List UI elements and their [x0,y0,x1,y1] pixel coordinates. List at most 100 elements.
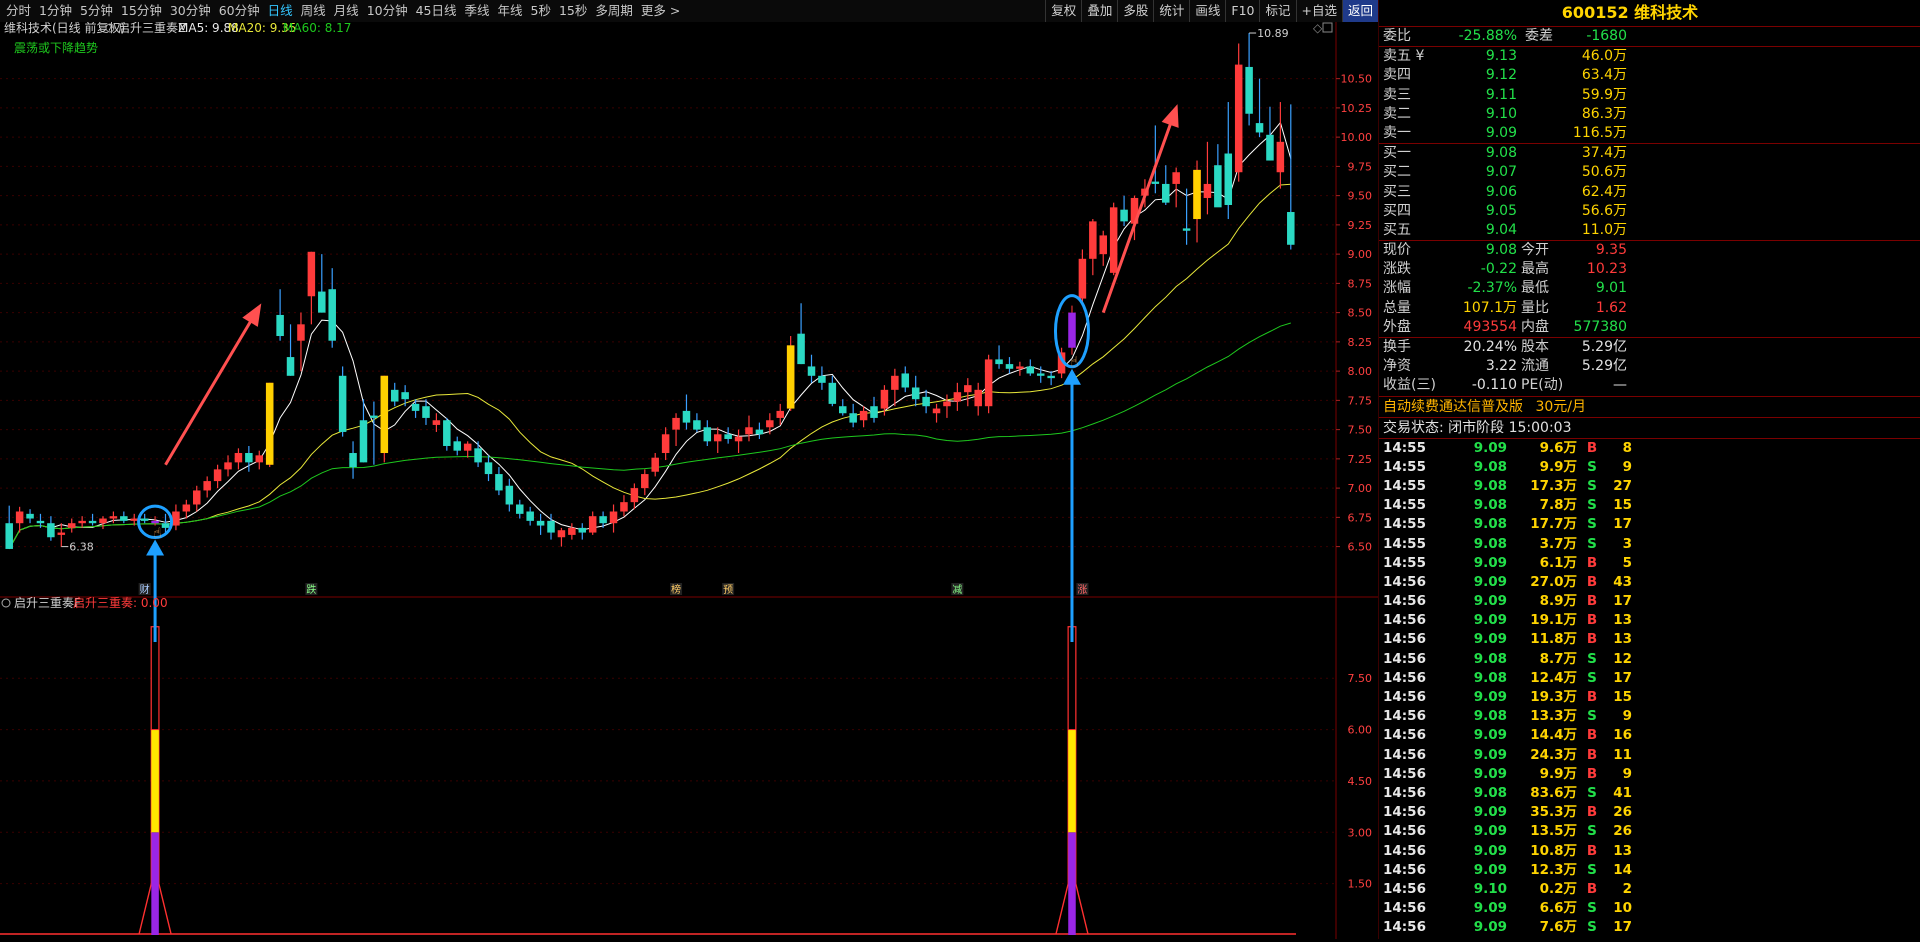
period-tab-0[interactable]: 分时 [2,0,35,22]
price-label-3: 9.75 [1348,160,1373,173]
toolbar-button-5[interactable]: F10 [1225,0,1259,22]
candle-body [109,516,118,519]
candle-body [1203,183,1212,198]
toolbar-button-2[interactable]: 多股 [1117,0,1153,22]
candle-body [1109,207,1118,273]
toolbar-button-0[interactable]: 复权 [1045,0,1081,22]
period-tab-7[interactable]: 周线 [297,0,330,22]
fund-label: 流通 [1521,358,1549,375]
tick-volume: 17.3万 [1530,477,1577,494]
price-label-16: 6.50 [1348,541,1373,554]
period-tab-8[interactable]: 月线 [330,0,363,22]
ask-row-0: 卖五 ¥ 9.13 46.0万 [1379,47,1920,66]
candle-body [526,511,534,521]
stock-code: 600152 [1561,3,1629,22]
toolbar-button-3[interactable]: 统计 [1153,0,1189,22]
candle-body [1214,165,1222,208]
candle-body [463,443,472,451]
tick-count: 17 [1613,516,1632,533]
period-tab-16[interactable]: 更多 > [637,0,684,22]
period-tab-14[interactable]: 15秒 [555,0,591,22]
bid-label: 买四 [1383,202,1411,219]
event-marker-2[interactable]: 榜 [671,583,681,596]
tick-row-0: 14:55 9.09 9.6万 B 8 [1379,439,1920,458]
subscription-ad[interactable]: 自动续费通达信普及版 30元/月 [1379,397,1920,418]
period-tab-11[interactable]: 季线 [461,0,494,22]
fund-value: 20.24% [1463,339,1517,355]
period-tab-4[interactable]: 30分钟 [166,0,215,22]
candle-94 [984,354,993,414]
toolbar-button-8[interactable]: 返回 [1341,0,1378,22]
tick-time: 14:55 [1383,535,1426,552]
tick-time: 14:55 [1383,458,1426,475]
candle-body [349,453,357,468]
candle-body [630,488,639,503]
tick-time: 14:56 [1383,631,1426,648]
event-marker-0[interactable]: 财 [140,583,150,596]
tick-time: 14:56 [1383,727,1426,744]
tick-list[interactable]: 14:55 9.09 9.6万 B 8 14:55 9.08 9.9万 S 9 14:55 9.08 1… [1379,439,1920,939]
candle-body [1182,228,1191,231]
price-label-4: 9.50 [1348,190,1373,203]
tick-row-14: 14:56 9.08 13.3万 S 9 [1379,707,1920,726]
ask-volume: 63.4万 [1581,67,1627,84]
weibi-label: 委比 [1383,28,1411,44]
candle-body [984,359,993,407]
candle-body [578,527,587,533]
toolbar-button-7[interactable]: +自选 [1295,0,1342,22]
tick-row-2: 14:55 9.08 17.3万 S 27 [1379,477,1920,496]
period-tab-10[interactable]: 45日线 [412,0,461,22]
toolbar-button-4[interactable]: 画线 [1189,0,1225,22]
period-tab-9[interactable]: 10分钟 [363,0,412,22]
tick-direction: S [1587,861,1597,878]
candle-body [161,523,170,528]
ask-row-1: 卖四 9.12 63.4万 [1379,66,1920,85]
candle-body [359,420,368,463]
toolbar-button-6[interactable]: 标记 [1259,0,1295,22]
event-marker-1[interactable]: 跌 [306,583,316,596]
tick-row-18: 14:56 9.08 83.6万 S 41 [1379,784,1920,803]
period-tabs: 分时 1分钟 5分钟 15分钟 30分钟 60分钟 日线 周线 月线 10分钟 45日线 季线 年线 5秒… [0,0,684,22]
period-tab-6[interactable]: 日线 [264,0,297,22]
tick-count: 26 [1613,804,1632,821]
tick-count: 9 [1622,708,1632,725]
candle-body [828,382,837,404]
tick-time: 14:55 [1383,477,1426,494]
event-marker-3[interactable]: 预 [723,584,733,596]
tick-count: 27 [1613,477,1632,494]
tick-price: 9.09 [1473,573,1507,590]
tick-volume: 8.7万 [1539,650,1577,667]
candle-body [651,457,659,472]
period-tab-3[interactable]: 15分钟 [117,0,166,22]
tick-time: 14:56 [1383,919,1426,936]
kline-chart[interactable]: 10.50 10.25 10.00 9.75 9.50 9.25 9.00 8.75 8.50 8… [0,20,1378,939]
period-tab-2[interactable]: 5分钟 [76,0,117,22]
toolbar-button-1[interactable]: 叠加 [1081,0,1117,22]
tick-price: 9.08 [1473,477,1507,494]
tick-time: 14:56 [1383,842,1426,859]
tick-direction: S [1587,919,1597,936]
candle-body [26,513,34,519]
ask-book: 卖五 ¥ 9.13 46.0万 卖四 9.12 63.4万 卖三 9.11 59.9万 卖二 9.1… [1379,47,1920,145]
event-marker-4[interactable]: 减 [952,584,962,596]
chart-area[interactable]: 10.50 10.25 10.00 9.75 9.50 9.25 9.00 8.75 8.50 8… [0,20,1378,939]
bid-price: 9.06 [1485,183,1517,200]
candle-body [703,427,712,442]
period-tab-12[interactable]: 年线 [494,0,527,22]
stat-row-2: 涨幅 -2.37% 最低 9.01 [1379,279,1920,298]
candle-body [568,527,576,535]
period-tab-15[interactable]: 多周期 [591,0,637,22]
indicator-bar-top-1 [1067,626,1077,731]
period-tab-5[interactable]: 60分钟 [215,0,264,22]
period-tab-1[interactable]: 1分钟 [35,0,76,22]
diamond-icon[interactable]: ◇ [1313,21,1323,35]
candle-body [932,408,941,414]
sub-indicator-name: 启升三重奏F [14,596,81,610]
period-tab-13[interactable]: 5秒 [527,0,555,22]
tick-row-15: 14:56 9.09 14.4万 B 16 [1379,726,1920,745]
stat-value: 577380 [1573,318,1627,335]
event-marker-5[interactable]: 涨 [1077,584,1087,596]
candle-body [766,420,774,428]
tick-count: 8 [1622,439,1632,456]
candle-body [943,401,951,407]
